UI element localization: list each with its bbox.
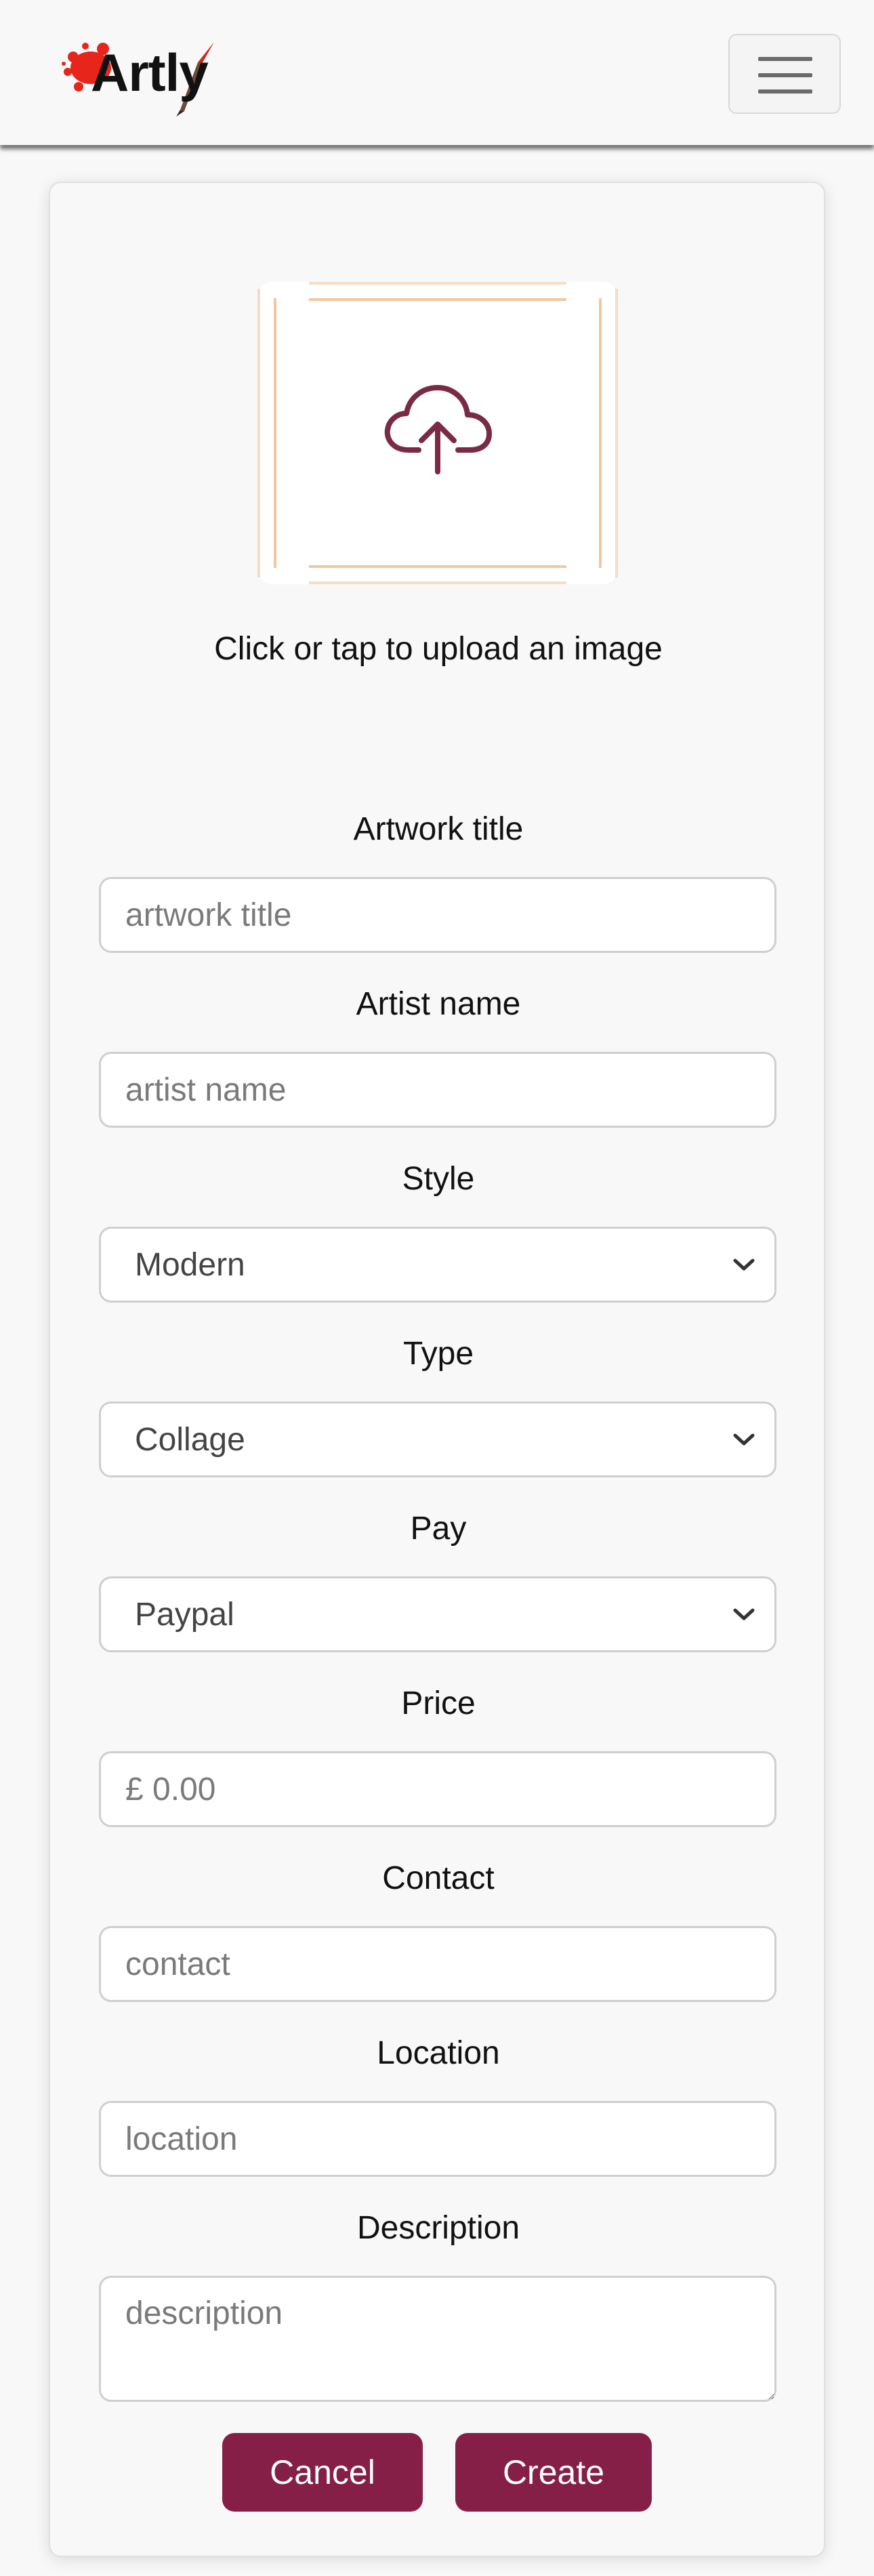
location-label: Location — [377, 2035, 500, 2071]
type-selected-value: Collage — [135, 1421, 245, 1458]
upload-frame-bottom — [309, 565, 566, 568]
contact-input[interactable] — [99, 1926, 776, 2002]
upload-frame-right-outer — [615, 289, 618, 577]
chevron-down-icon — [733, 1259, 755, 1271]
price-input[interactable] — [99, 1751, 776, 1827]
style-label: Style — [402, 1161, 475, 1197]
contact-label: Contact — [382, 1860, 495, 1896]
style-select[interactable]: Modern — [99, 1227, 776, 1303]
style-selected-value: Modern — [135, 1246, 245, 1283]
artist-name-label: Artist name — [356, 986, 521, 1022]
type-select[interactable]: Collage — [99, 1402, 776, 1477]
upload-instruction: Click or tap to upload an image — [214, 631, 663, 667]
chevron-down-icon — [733, 1608, 755, 1620]
create-artwork-card: Click or tap to upload an image Artwork … — [49, 182, 825, 2557]
hamburger-icon-line — [758, 73, 812, 77]
hamburger-icon-line — [758, 57, 812, 61]
navbar: Artly — [0, 0, 874, 145]
type-label: Type — [402, 1336, 474, 1372]
description-textarea[interactable] — [99, 2276, 776, 2402]
pay-label: Pay — [410, 1511, 467, 1547]
upload-frame-top-outer — [309, 282, 566, 285]
pay-selected-value: Paypal — [135, 1596, 234, 1633]
pay-select[interactable]: Paypal — [99, 1576, 776, 1652]
logo-text: Artly — [91, 43, 209, 102]
chevron-down-icon — [733, 1433, 755, 1446]
hamburger-icon-line — [758, 89, 812, 94]
artwork-title-label: Artwork title — [353, 811, 524, 847]
image-upload-area[interactable] — [257, 282, 618, 584]
artwork-title-input[interactable] — [99, 877, 776, 953]
menu-toggle-button[interactable] — [728, 34, 841, 114]
upload-frame-left — [274, 298, 276, 568]
artly-logo[interactable]: Artly — [58, 37, 228, 118]
cancel-button[interactable]: Cancel — [222, 2433, 423, 2512]
upload-frame-bottom-outer — [309, 581, 566, 584]
upload-frame-right — [599, 298, 602, 568]
price-label: Price — [401, 1685, 476, 1721]
description-label: Description — [356, 2210, 520, 2246]
create-button[interactable]: Create — [455, 2433, 652, 2512]
upload-frame-left-outer — [257, 289, 260, 577]
artist-name-input[interactable] — [99, 1052, 776, 1128]
upload-frame-top — [309, 298, 566, 301]
location-input[interactable] — [99, 2101, 776, 2177]
cloud-upload-icon — [384, 385, 492, 474]
